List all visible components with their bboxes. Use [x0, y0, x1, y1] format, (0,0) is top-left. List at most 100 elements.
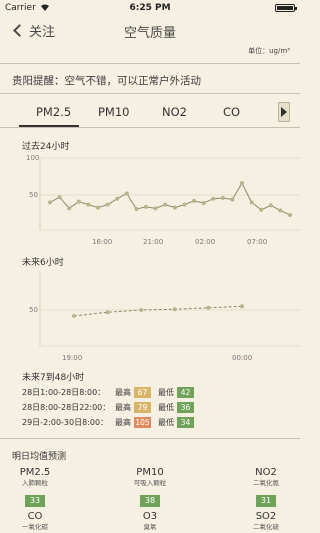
- data-point: [153, 206, 158, 211]
- reminder-text: 贵阳提醒：空气不错，可以正常户外活动: [12, 75, 201, 87]
- data-point: [220, 195, 225, 200]
- low-value-badge: 36: [177, 401, 194, 413]
- data-point: [192, 198, 196, 203]
- tab-baseline: [0, 127, 300, 128]
- high-value-badge: 79: [134, 401, 151, 413]
- series-line: [73, 305, 243, 317]
- x-tick: 19:00: [62, 354, 82, 362]
- status-bar: Carrier 6:25 PM: [0, 0, 300, 16]
- pollutant-desc: 二氧化硫: [253, 523, 279, 531]
- data-point: [201, 201, 206, 206]
- tab-co[interactable]: CO: [223, 105, 240, 119]
- past24-chart: 100 50 16:00 21:00 02:00 07:00: [26, 154, 300, 246]
- x-tick: 02:00: [195, 238, 215, 246]
- data-point: [249, 200, 254, 205]
- divider: [0, 63, 300, 64]
- data-point: [172, 307, 177, 312]
- data-point: [240, 304, 244, 309]
- pollutant-desc: 二氧化氮: [253, 479, 279, 487]
- pollutant-item-o3[interactable]: O3 臭氧: [115, 511, 185, 532]
- status-time: 6:25 PM: [129, 3, 171, 13]
- pollutant-name: SO2: [255, 511, 277, 522]
- pollutant-name: PM10: [136, 467, 164, 478]
- x-tick: 16:00: [92, 238, 112, 246]
- battery-icon: [275, 4, 297, 12]
- data-point: [172, 205, 177, 210]
- pollutant-item-so2[interactable]: SO2 二氧化硫: [231, 511, 301, 532]
- low-label: 最低: [158, 417, 174, 427]
- data-point: [182, 202, 187, 207]
- data-point: [76, 199, 81, 204]
- y-tick-50: 50: [29, 191, 38, 199]
- data-point: [72, 313, 76, 318]
- divider: [0, 438, 300, 439]
- next6-chart: 50 19:00 00:00: [29, 272, 300, 362]
- pollutant-value-badge: 38: [140, 495, 160, 507]
- data-point: [211, 196, 216, 201]
- tab-pm10[interactable]: PM10: [98, 105, 130, 119]
- data-point: [105, 202, 110, 207]
- y-tick-50: 50: [29, 306, 38, 314]
- low-value-badge: 34: [177, 416, 194, 428]
- pollutant-name: O3: [142, 511, 158, 522]
- data-point: [86, 202, 91, 207]
- x-tick: 00:00: [232, 354, 252, 362]
- high-value-badge: 67: [134, 386, 151, 398]
- data-point: [268, 203, 273, 208]
- data-point: [115, 196, 120, 201]
- page-title: 空气质量: [123, 26, 176, 41]
- data-point: [259, 207, 264, 212]
- divider: [0, 93, 300, 94]
- high-label: 最高: [115, 417, 131, 427]
- pollutant-item-pm25[interactable]: PM2.5 入肺颗粒 33: [0, 467, 70, 507]
- data-point: [105, 310, 110, 315]
- x-tick: 21:00: [143, 238, 163, 246]
- data-point: [57, 195, 62, 200]
- data-point: [96, 205, 100, 210]
- forecast-row: 29日-2:00-30日8:00： 最高 105 最低 34: [22, 416, 201, 428]
- pollutant-name: PM2.5: [19, 467, 51, 478]
- data-point: [240, 181, 244, 186]
- high-label: 最高: [115, 402, 131, 412]
- chevron-right-icon: [281, 107, 287, 117]
- pollutant-item-pm10[interactable]: PM10 可吸入颗粒 38: [115, 467, 185, 507]
- data-point: [48, 200, 52, 205]
- tab-no2[interactable]: NO2: [162, 105, 187, 119]
- pollutant-name: CO: [27, 511, 43, 522]
- data-point: [230, 197, 235, 202]
- active-tab-indicator: [19, 125, 79, 127]
- data-point: [67, 206, 72, 211]
- tomorrow-title: 明日均值预测: [12, 452, 67, 462]
- pollutant-item-no2[interactable]: NO2 二氧化氮 31: [231, 467, 301, 507]
- tab-pm25[interactable]: PM2.5: [36, 105, 71, 119]
- pollutant-desc: 可吸入颗粒: [133, 479, 167, 487]
- forecast-row: 28日8:00-28日22:00： 最高 79 最低 36: [22, 401, 201, 413]
- pollutant-desc: 入肺颗粒: [22, 479, 48, 487]
- series-line: [49, 182, 291, 216]
- y-tick-100: 100: [26, 154, 39, 162]
- data-point: [288, 212, 292, 217]
- low-value-badge: 42: [177, 386, 194, 398]
- pollutant-item-co[interactable]: CO 一氧化碳: [0, 511, 70, 532]
- pollutant-desc: 一氧化碳: [22, 523, 48, 531]
- pollutant-value-badge: 33: [25, 495, 45, 507]
- pollutant-desc: 臭氧: [143, 523, 157, 531]
- forecast-date: 28日1:00-28日8:00：: [22, 387, 106, 397]
- low-label: 最低: [158, 387, 174, 397]
- forecast-date: 29日-2:00-30日8:00：: [22, 417, 109, 427]
- high-label: 最高: [115, 387, 131, 397]
- data-point: [278, 208, 283, 213]
- data-point: [134, 207, 139, 212]
- data-point: [163, 202, 168, 207]
- pollutant-name: NO2: [255, 467, 277, 478]
- high-value-badge: 105: [134, 416, 151, 428]
- data-point: [144, 204, 148, 209]
- unit-label: 单位：ug/m³: [248, 47, 290, 55]
- forecast-date: 28日8:00-28日22:00：: [22, 402, 111, 412]
- tab-next-button[interactable]: [278, 102, 290, 122]
- future-title: 未来7到48小时: [22, 373, 85, 383]
- x-tick: 07:00: [247, 238, 267, 246]
- data-point: [206, 305, 211, 310]
- data-point: [139, 308, 144, 312]
- data-point: [124, 191, 129, 196]
